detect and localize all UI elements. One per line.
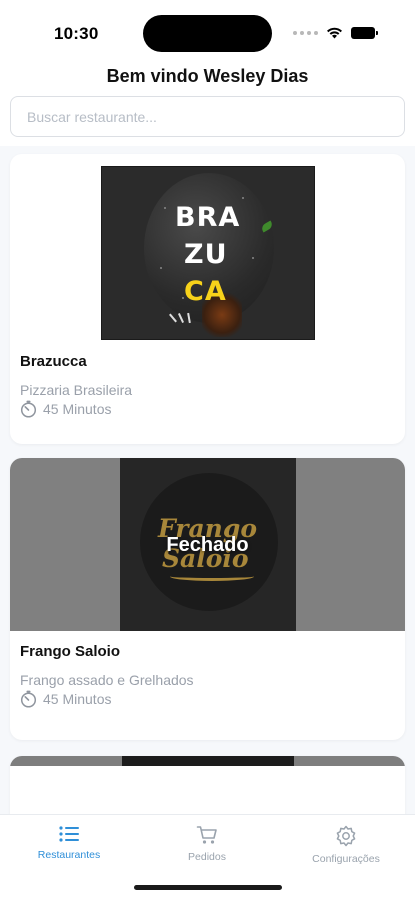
restaurant-logo [10,756,405,766]
restaurant-name: Frango Saloio [20,643,121,660]
tab-pedidos[interactable]: Pedidos [138,825,276,863]
status-time: 10:30 [54,24,99,43]
logo-text: ZU [184,239,228,270]
delivery-time-text: 45 Minutos [43,401,112,417]
tab-label: Restaurantes [37,849,101,861]
restaurant-card[interactable] [10,756,405,814]
list-icon [59,826,79,842]
restaurant-logo: BRA ZU CA [101,166,315,340]
restaurant-card-frango-saloio[interactable]: Frango Saloio Fechado Frango Saloio Fran… [10,458,405,740]
closed-status-label: Fechado [166,534,249,556]
status-icons [293,27,378,39]
restaurant-name: Brazucca [20,353,87,370]
stopwatch-icon [20,690,37,708]
delivery-time: 45 Minutos [20,690,111,708]
restaurant-category: Pizzaria Brasileira [20,382,133,398]
delivery-time: 45 Minutos [20,400,111,418]
stopwatch-icon [20,400,37,418]
tab-configuracoes[interactable]: Configurações [277,825,415,865]
gear-icon [336,825,356,847]
search-input[interactable] [27,108,388,125]
restaurant-card-brazucca[interactable]: BRA ZU CA Brazucca Pizzaria Brasileira 4… [10,154,405,444]
tab-label: Pedidos [188,851,226,863]
logo-text: BRA [175,202,241,233]
cart-icon [196,826,217,844]
tab-restaurantes[interactable]: Restaurantes [0,825,138,861]
dynamic-island [143,15,272,52]
delivery-time-text: 45 Minutos [43,691,112,707]
status-bar: 10:30 [0,0,415,62]
logo-text: CA [184,276,227,307]
restaurant-category: Frango assado e Grelhados [20,672,194,688]
battery-icon [351,27,378,39]
restaurant-logo: Frango Saloio Fechado [10,458,405,631]
page-title: Bem vindo Wesley Dias [106,66,309,86]
search-box[interactable] [10,96,405,137]
signal-icon [293,31,318,35]
restaurant-list[interactable]: BRA ZU CA Brazucca Pizzaria Brasileira 4… [0,146,415,814]
home-indicator [134,885,282,890]
tab-label: Configurações [312,853,380,865]
wifi-icon [327,27,342,39]
